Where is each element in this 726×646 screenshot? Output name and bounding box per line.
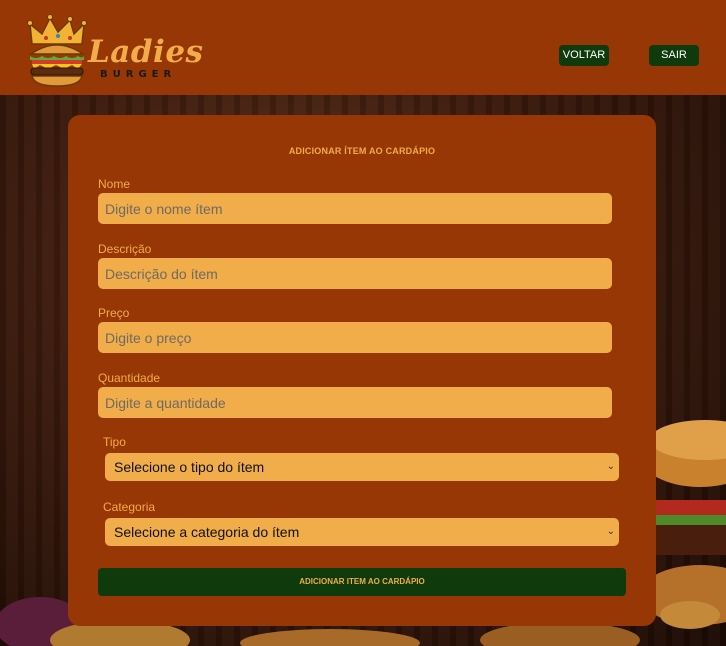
app-header: Ladies BURGER VOLTAR SAIR (0, 0, 726, 95)
type-select[interactable]: Selecione o tipo do ítem ⌄ (105, 453, 619, 481)
logo-subtitle: BURGER (100, 69, 177, 80)
category-label: Categoria (103, 500, 156, 514)
add-item-button[interactable]: ADICIONAR ITEM AO CARDÁPIO (98, 568, 626, 596)
category-select[interactable]: Selecione a categoria do ítem ⌄ (105, 518, 619, 546)
form-title: ADICIONAR ÍTEM AO CARDÁPIO (288, 146, 436, 156)
chevron-down-icon: ⌄ (606, 526, 615, 537)
category-select-value: Selecione a categoria do ítem (114, 524, 300, 540)
name-label: Nome (98, 177, 131, 191)
name-input[interactable] (98, 193, 612, 224)
exit-button[interactable]: SAIR (649, 45, 699, 66)
type-select-value: Selecione o tipo do ítem (114, 459, 265, 475)
price-input[interactable] (98, 322, 612, 353)
quantity-input[interactable] (98, 387, 612, 418)
chevron-down-icon: ⌄ (606, 461, 615, 472)
description-label: Descrição (98, 242, 152, 256)
logo-wordmark: Ladies (88, 34, 204, 70)
add-item-form: ADICIONAR ÍTEM AO CARDÁPIO Nome Descriçã… (68, 115, 656, 626)
description-input[interactable] (98, 258, 612, 289)
type-label: Tipo (103, 435, 126, 449)
brand-logo[interactable]: Ladies BURGER (26, 14, 203, 90)
price-label: Preço (98, 306, 130, 320)
quantity-label: Quantidade (98, 371, 161, 385)
crowned-burger-icon (27, 14, 87, 87)
back-button[interactable]: VOLTAR (559, 45, 609, 66)
